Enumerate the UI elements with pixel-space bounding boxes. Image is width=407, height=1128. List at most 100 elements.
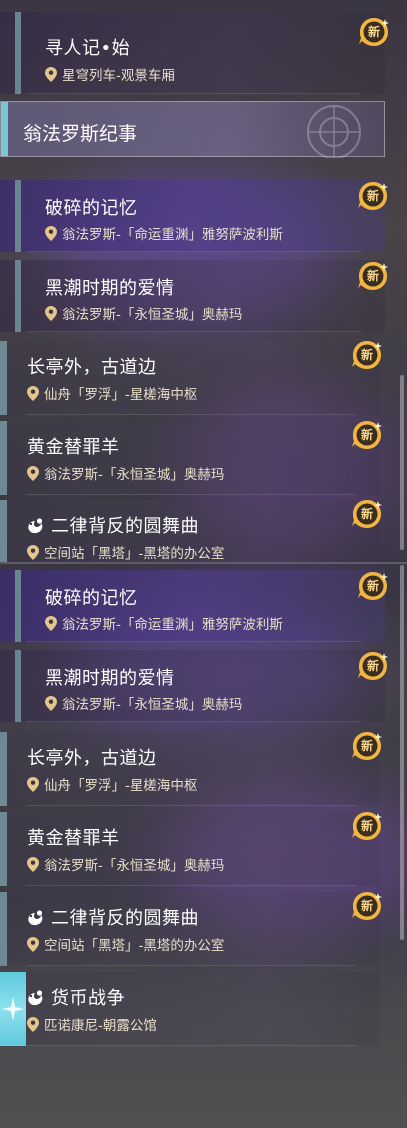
divider (26, 331, 361, 332)
location-pin-icon (27, 544, 39, 560)
divider (26, 251, 361, 252)
new-badge-label: 新 (366, 659, 379, 673)
quest-entry[interactable]: 长亭外，古道边仙舟「罗浮」-星槎海中枢 (0, 341, 380, 415)
quest-title-text: 破碎的记忆 (45, 198, 138, 219)
quest-location: 翁法罗斯-「命运重渊」雅努萨波利斯 (45, 613, 283, 633)
quest-title-text: 货币战争 (51, 988, 125, 1009)
entry-accent-bar (0, 500, 7, 562)
quest-list-panel-top: 寻人记•始 星穹列车-观景车厢 新 翁法罗斯纪事 破碎的记忆翁法罗斯-「命运重渊… (0, 0, 407, 562)
location-text: 空间站「黑塔」-黑塔的办公室 (44, 938, 225, 954)
quest-title-text: 二律背反的圆舞曲 (51, 516, 199, 537)
quest-type-icon (27, 910, 45, 926)
location-text: 翁法罗斯-「永恒圣城」奥赫玛 (44, 858, 225, 874)
divider (26, 641, 361, 642)
location-pin-icon (27, 1016, 39, 1032)
entry-accent-bar (0, 812, 7, 886)
location-pin-icon (45, 225, 57, 241)
location-text: 仙舟「罗浮」-星槎海中枢 (44, 778, 198, 794)
divider (26, 721, 361, 722)
quest-title-text: 长亭外，古道边 (27, 748, 157, 769)
quest-location: 空间站「黑塔」-黑塔的办公室 (27, 934, 224, 954)
quest-entry[interactable]: 破碎的记忆翁法罗斯-「命运重渊」雅努萨波利斯 (0, 180, 385, 252)
quest-title-text: 黄金替罪羊 (27, 437, 120, 458)
new-badge-label: 新 (360, 428, 373, 442)
new-badge-icon: 新 (351, 339, 383, 371)
location-pin-icon (45, 305, 57, 321)
quest-entry[interactable]: 长亭外，古道边仙舟「罗浮」-星槎海中枢 (0, 732, 380, 806)
group-emblem-icon (307, 105, 361, 158)
quest-title-text: 黑潮时期的爱情 (45, 278, 175, 299)
entry-accent-bar (15, 570, 21, 642)
entry-accent-bar (0, 972, 26, 1046)
quest-location: 仙舟「罗浮」-星槎海中枢 (27, 774, 197, 794)
entry-accent-bar (0, 341, 7, 415)
new-badge-icon: 新 (357, 180, 389, 212)
new-badge-label: 新 (367, 25, 380, 39)
divider (26, 494, 356, 495)
quest-title: 二律背反的圆舞曲 (27, 904, 199, 930)
entry-accent-bar (0, 732, 7, 806)
new-badge-label: 新 (360, 819, 373, 833)
quest-title-text: 黑潮时期的爱情 (45, 668, 175, 689)
quest-title: 黄金替罪羊 (27, 433, 120, 459)
location-pin-icon (27, 385, 39, 401)
new-badge-label: 新 (360, 348, 373, 362)
quest-title: 寻人记•始 (45, 38, 131, 59)
location-pin-icon (45, 615, 57, 631)
quest-entry[interactable]: 二律背反的圆舞曲空间站「黑塔」-黑塔的办公室 (0, 500, 380, 562)
new-badge-label: 新 (360, 507, 373, 521)
new-badge-icon: 新 (357, 260, 389, 292)
quest-group-header[interactable]: 翁法罗斯纪事 (0, 101, 385, 158)
location-pin-icon (27, 776, 39, 792)
quest-title-text: 破碎的记忆 (45, 588, 138, 609)
quest-entry[interactable]: 破碎的记忆翁法罗斯-「命运重渊」雅努萨波利斯 (0, 570, 385, 642)
group-title: 翁法罗斯纪事 (23, 123, 138, 145)
quest-entry[interactable]: 黑潮时期的爱情翁法罗斯-「永恒圣城」奥赫玛 (0, 260, 385, 332)
quest-location: 星穹列车-观景车厢 (45, 64, 175, 84)
new-badge-label: 新 (366, 579, 379, 593)
location-text: 翁法罗斯-「永恒圣城」奥赫玛 (62, 307, 243, 323)
quest-title: 货币战争 (27, 984, 125, 1010)
new-badge-label: 新 (360, 739, 373, 753)
quest-entry[interactable]: 黑潮时期的爱情 翁法罗斯-「永恒圣城」奥赫玛 (0, 650, 385, 722)
quest-location: 翁法罗斯-「永恒圣城」奥赫玛 (27, 854, 224, 874)
new-badge-label: 新 (360, 899, 373, 913)
quest-title-text: 长亭外，古道边 (27, 357, 157, 378)
quest-title: 黑潮时期的爱情 (45, 274, 175, 300)
quest-location: 翁法罗斯-「命运重渊」雅努萨波利斯 (45, 223, 283, 243)
quest-title: 长亭外，古道边 (27, 353, 157, 379)
location-pin-icon (45, 66, 57, 82)
entry-accent-bar (0, 892, 7, 966)
new-badge-icon: 新 (351, 498, 383, 530)
location-pin-icon (27, 465, 39, 481)
divider (26, 805, 356, 806)
new-badge-label: 新 (366, 189, 379, 203)
quest-location: 翁法罗斯-「永恒圣城」奥赫玛 (45, 303, 242, 323)
new-badge-label: 新 (366, 269, 379, 283)
entry-accent-bar (15, 12, 21, 94)
location-text: 仙舟「罗浮」-星槎海中枢 (44, 387, 198, 403)
quest-location: 翁法罗斯-「永恒圣城」奥赫玛 (27, 463, 224, 483)
quest-entry[interactable]: 二律背反的圆舞曲空间站「黑塔」-黑塔的办公室 (0, 892, 380, 966)
new-badge-icon: 新 (357, 570, 389, 602)
quest-location: 空间站「黑塔」-黑塔的办公室 (27, 542, 224, 562)
quest-entry[interactable]: 黄金替罪羊翁法罗斯-「永恒圣城」奥赫玛 (0, 421, 380, 495)
quest-title: 长亭外，古道边 (27, 744, 157, 770)
scrollbar[interactable] (400, 375, 404, 550)
new-badge-icon: 新 (351, 810, 383, 842)
location-text: 星穹列车-观景车厢 (62, 68, 175, 84)
quest-title: 黑潮时期的爱情 (45, 664, 175, 690)
new-badge-icon: 新 (351, 419, 383, 451)
scrollbar[interactable] (400, 565, 404, 940)
location-text: 翁法罗斯-「命运重渊」雅努萨波利斯 (62, 617, 283, 633)
quest-entry[interactable]: 寻人记•始 星穹列车-观景车厢 (0, 12, 385, 94)
quest-type-icon (27, 518, 45, 534)
divider (26, 414, 356, 415)
divider (26, 885, 356, 886)
location-text: 匹诺康尼-朝露公馆 (44, 1018, 157, 1034)
quest-entry[interactable]: 货币战争匹诺康尼-朝露公馆 (0, 972, 380, 1046)
divider (26, 93, 361, 94)
quest-entry[interactable]: 黄金替罪羊 翁法罗斯-「永恒圣城」奥赫玛 (0, 812, 380, 886)
entry-accent-bar (15, 650, 21, 722)
new-badge-icon: 新 (351, 890, 383, 922)
